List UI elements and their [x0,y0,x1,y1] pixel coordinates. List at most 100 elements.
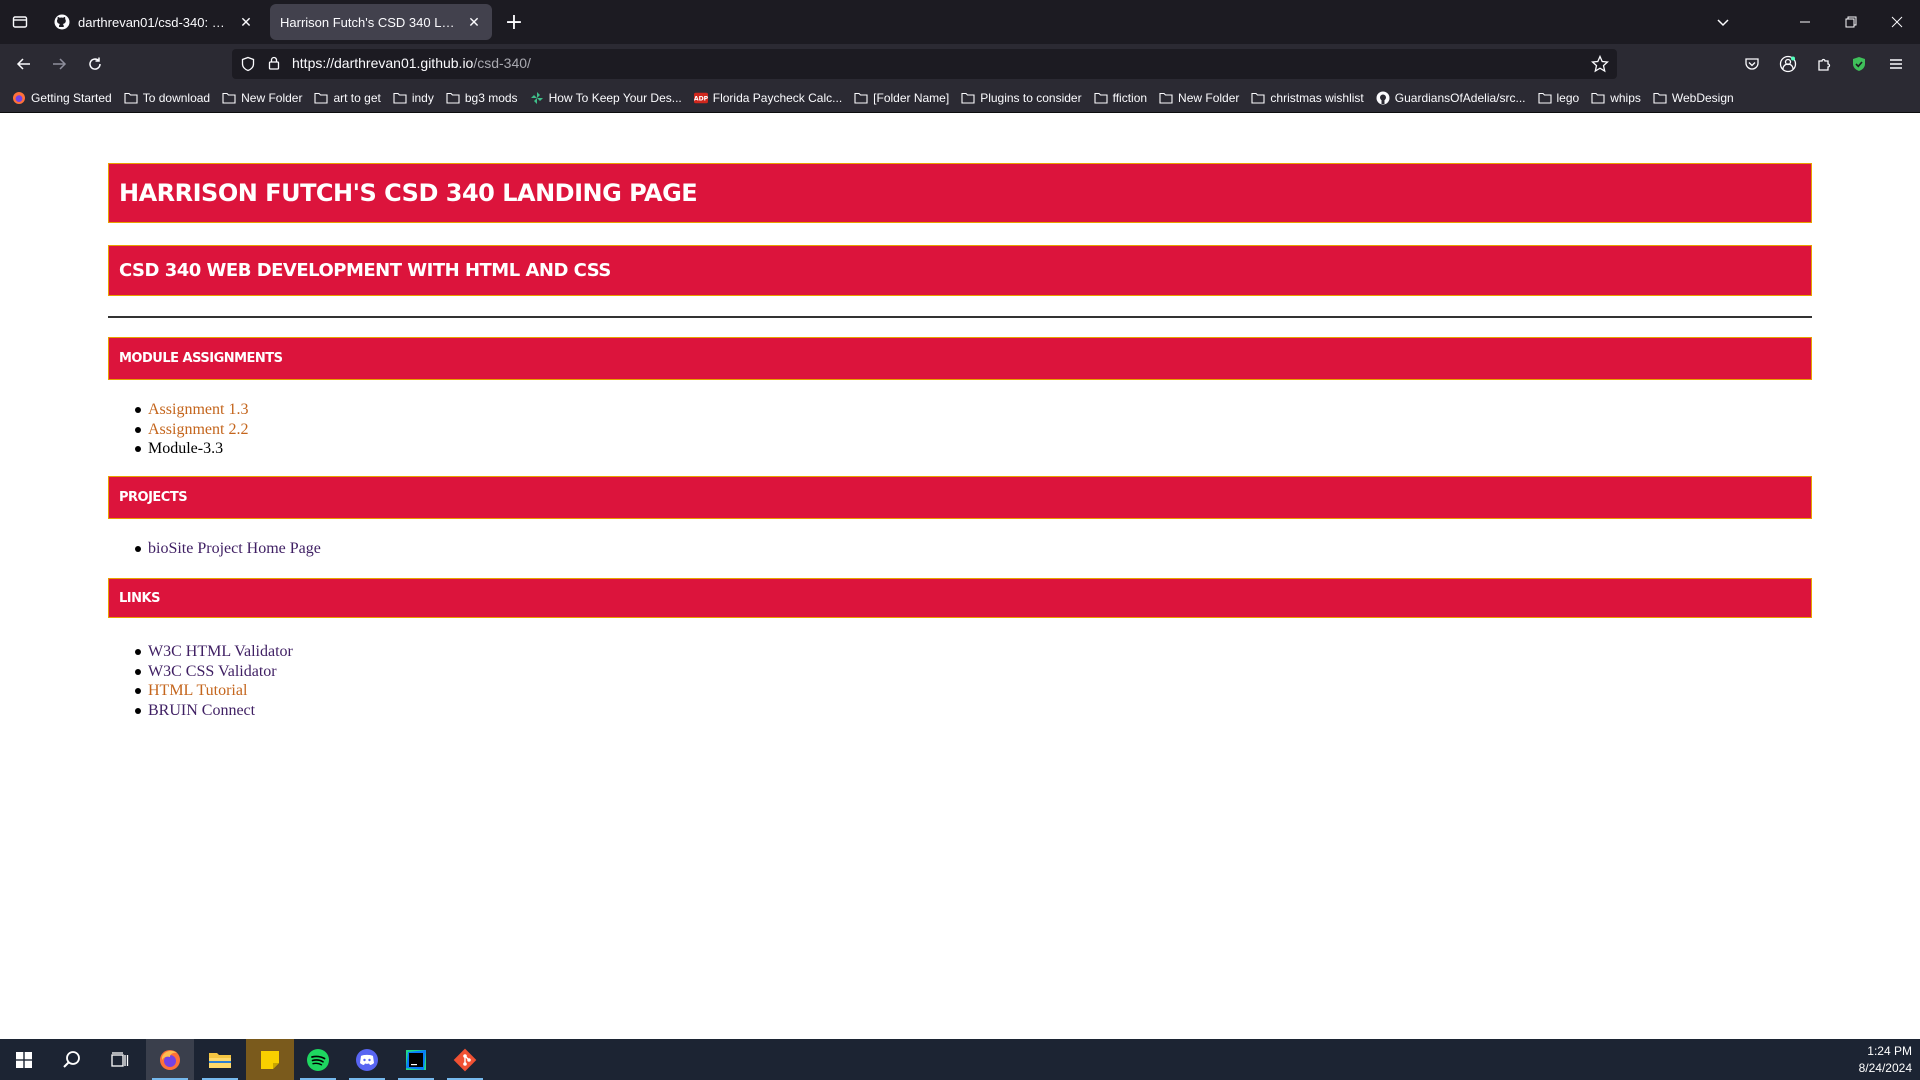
web-page-content: Harrison Futch's CSD 340 Landing Page CS… [0,114,1920,1039]
horizontal-rule [108,316,1812,318]
bookmark-item[interactable]: Getting Started [12,91,112,105]
reload-icon[interactable] [81,50,109,78]
system-clock[interactable]: 1:24 PM 8/24/2024 [1859,1043,1912,1077]
page-subtitle: CSD 340 Web Development with HTML and CS… [108,245,1812,296]
close-window-icon[interactable] [1874,0,1920,44]
folder-icon [1653,91,1667,105]
bookmark-label: WebDesign [1671,91,1734,105]
bookmark-label: christmas wishlist [1270,91,1364,105]
bookmark-item[interactable]: christmas wishlist [1251,91,1364,105]
bookmark-item[interactable]: ADP Florida Paycheck Calc... [693,91,843,105]
forward-arrow-icon[interactable] [45,50,73,78]
clock-time: 1:24 PM [1867,1044,1912,1058]
tab-bar: darthrevan01/csd-340: Web De ✕ Harrison … [0,0,1920,44]
hamburger-menu-icon[interactable] [1882,50,1910,78]
bookmark-item[interactable]: art to get [314,91,381,105]
folder-icon [1251,91,1265,105]
list-item: HTML Tutorial [135,681,293,701]
bookmark-label: GuardiansOfAdelia/src... [1394,91,1526,105]
minimize-icon[interactable] [1782,0,1828,44]
bookmark-label: bg3 mods [464,91,518,105]
module-assignments-list: Assignment 1.3 Assignment 2.2 Module-3.3 [134,400,248,459]
bookmark-label: [Folder Name] [873,91,950,105]
new-tab-icon[interactable]: + [500,10,528,35]
bookmark-item[interactable]: bg3 mods [446,91,518,105]
bookmark-label: art to get [333,91,381,105]
back-arrow-icon[interactable] [10,50,38,78]
tab-title: darthrevan01/csd-340: Web De [78,14,232,30]
discord-icon[interactable] [343,1039,391,1080]
projects-list: bioSite Project Home Page [135,539,321,559]
tab-list-chevron-icon[interactable] [1700,0,1746,44]
file-explorer-icon[interactable] [196,1039,244,1080]
account-icon[interactable] [1774,50,1802,78]
close-tab-icon[interactable]: ✕ [466,14,482,30]
bookmark-item[interactable]: [Folder Name] [854,91,949,105]
bookmark-label: ffiction [1112,91,1148,105]
bookmark-item[interactable]: New Folder [222,91,302,105]
bookmark-label: New Folder [1178,91,1240,105]
bookmark-item[interactable]: WebDesign [1653,91,1734,105]
list-item: W3C HTML Validator [135,642,293,662]
list-link[interactable]: HTML Tutorial [148,682,247,699]
list-link[interactable]: W3C CSS Validator [148,663,277,680]
tracking-protection-shield-icon[interactable] [240,56,256,76]
folder-icon [393,91,407,105]
bookmark-item[interactable]: To download [124,91,210,105]
bookmarks-toolbar: Getting Started To download New Folder art … [0,84,1920,113]
list-item: BRUIN Connect [135,701,293,721]
bookmark-item[interactable]: GuardiansOfAdelia/src... [1376,91,1526,105]
list-link[interactable]: bioSite Project Home Page [148,540,321,557]
git-icon[interactable] [441,1039,489,1080]
url-text: https://darthrevan01.github.io/csd-340/ [292,55,531,71]
folder-icon [1159,91,1173,105]
bookmark-item[interactable]: whips [1591,91,1641,105]
bookmark-label: How To Keep Your Des... [548,91,682,105]
folder-icon [1537,91,1552,105]
list-link[interactable]: Assignment 1.3 [148,401,248,418]
folder-icon [222,91,236,105]
folder-icon [1094,91,1108,105]
bookmark-item[interactable]: Plugins to consider [961,91,1082,105]
firefox-icon [12,91,26,105]
folder-icon [854,91,868,105]
bookmark-label: Getting Started [31,91,112,105]
close-tab-icon[interactable]: ✕ [238,14,254,30]
github-icon [1376,91,1390,105]
list-link[interactable]: BRUIN Connect [148,702,255,719]
bookmark-item[interactable]: indy [393,91,434,105]
ublock-shield-icon[interactable] [1845,50,1873,78]
bookmark-item[interactable]: ffiction [1094,91,1147,105]
list-item: bioSite Project Home Page [135,539,321,559]
bookmark-label: indy [411,91,434,105]
windows-start-icon[interactable] [0,1039,48,1080]
section-heading-projects: Projects [108,476,1812,519]
spotify-icon[interactable] [294,1039,342,1080]
firefox-icon[interactable] [146,1039,194,1080]
section-heading-modules: Module Assignments [108,337,1812,380]
tab-github[interactable]: darthrevan01/csd-340: Web De ✕ [44,4,264,40]
task-view-icon[interactable] [96,1039,144,1080]
extensions-puzzle-icon[interactable] [1810,50,1838,78]
webstorm-icon[interactable] [392,1039,440,1080]
bookmark-item[interactable]: lego [1537,91,1579,105]
lock-icon[interactable] [266,55,282,75]
list-item: W3C CSS Validator [135,662,293,682]
bookmark-item[interactable]: How To Keep Your Des... [530,91,682,105]
bookmark-item[interactable]: New Folder [1159,91,1239,105]
bookmark-label: Plugins to consider [980,91,1082,105]
tab-landing-page[interactable]: Harrison Futch's CSD 340 Landing P ✕ [270,4,492,40]
pocket-icon[interactable] [1738,50,1766,78]
list-link[interactable]: Assignment 2.2 [148,421,248,438]
clock-date: 8/24/2024 [1858,1061,1912,1075]
list-link[interactable]: W3C HTML Validator [148,643,293,660]
firefox-view-icon[interactable] [8,10,32,34]
sticky-notes-icon[interactable] [246,1039,294,1080]
bookmark-label: Florida Paycheck Calc... [712,91,843,105]
folder-icon [124,91,138,105]
bookmark-star-icon[interactable] [1590,54,1610,77]
search-icon[interactable] [48,1039,96,1080]
tab-title: Harrison Futch's CSD 340 Landing P [280,14,460,30]
restore-icon[interactable] [1828,0,1874,44]
address-bar[interactable]: https://darthrevan01.github.io/csd-340/ [232,49,1617,79]
